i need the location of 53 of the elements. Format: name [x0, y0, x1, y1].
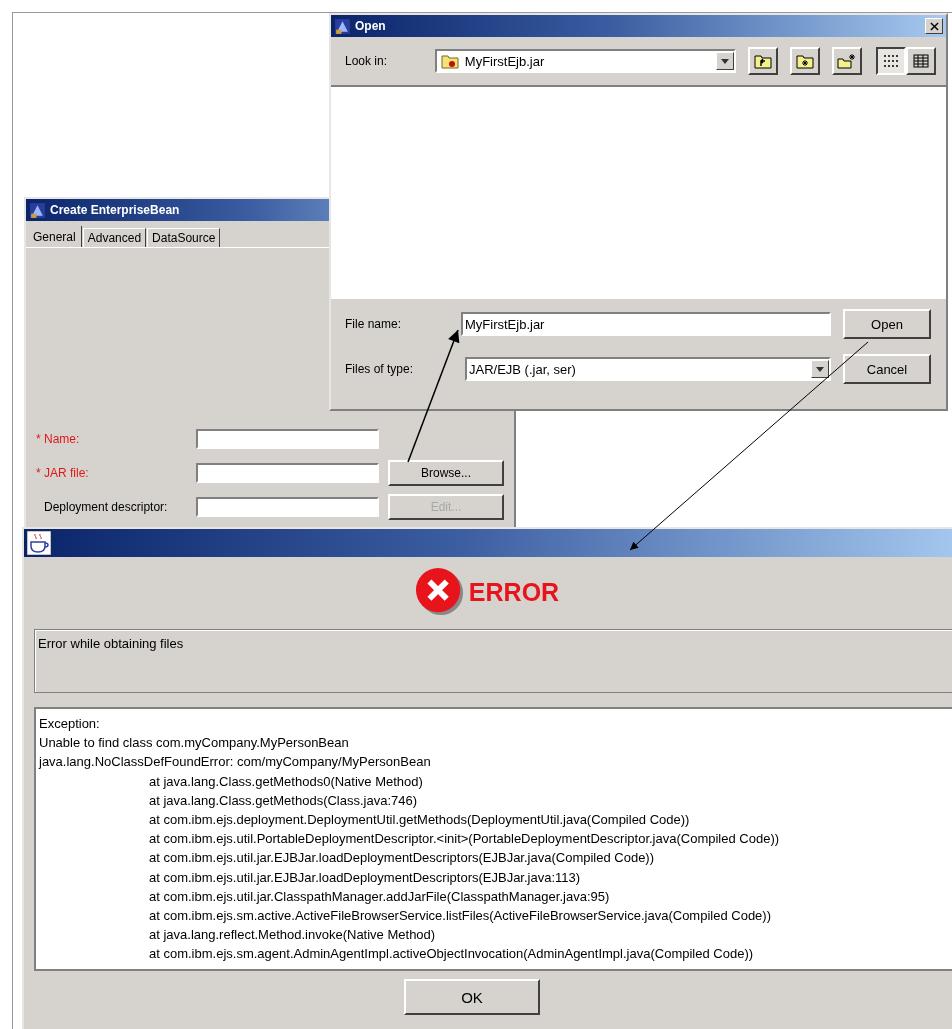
details-view-icon [913, 54, 929, 68]
field-label: * JAR file: [36, 466, 90, 480]
stack-trace-line: at com.ibm.ejs.util.jar.ClasspathManager.addJarFile(ClasspathManager.java:95) [148, 887, 611, 906]
new-folder-button[interactable] [832, 47, 862, 75]
caret-icon [721, 58, 730, 64]
input-field[interactable] [196, 429, 379, 449]
ok-button[interactable]: OK [404, 979, 540, 1015]
input-field[interactable] [196, 463, 379, 483]
look-in-dropdown[interactable]: MyFirstEjb.jar [434, 49, 737, 73]
stack-trace-line: at java.lang.reflect.Method.invoke(Native Method) [148, 926, 437, 945]
file-type-label: Files of type: [345, 362, 415, 376]
stack-trace-line: at com.ibm.ejs.deployment.DeploymentUtil.getMethods(DeploymentUtil.java(Compiled Code)) [148, 811, 691, 829]
stack-trace-line: at com.ibm.ejs.util.PortableDeploymentDescriptor.<init>(PortableDeploymentDescriptor.java(Compiled Code)) [148, 830, 781, 849]
file-name-field[interactable]: MyFirstEjb.jar [461, 312, 831, 336]
list-view-icon [883, 54, 899, 68]
close-icon [929, 21, 939, 31]
stack-trace-line: at com.ibm.ejs.sm.active.ActiveFileBrowserService.listFiles(ActiveFileBrowserService.java(Compiled Code)) [148, 907, 772, 926]
field-label: Deployment descriptor: [43, 500, 169, 514]
window-title: Create EnterpriseBean [50, 203, 180, 217]
input-field[interactable] [196, 497, 379, 517]
tab[interactable]: Advanced [82, 228, 147, 247]
error-message: Error while obtaining files [38, 636, 184, 651]
folder-star-icon [796, 53, 815, 69]
list-view-button[interactable] [876, 47, 906, 75]
error-icon [414, 567, 465, 617]
file-name-label: File name: [345, 317, 403, 331]
stack-trace-line: at java.lang.Class.getMethods0(Native Method) [148, 772, 424, 791]
stack-trace-line: at com.ibm.ejs.sm.agent.AdminAgentImpl.activeObjectInvocation(AdminAgentImpl.java(Compiled Code)) [148, 945, 755, 964]
stack-trace-line: at java.lang.Class.getMethods(Class.java:746) [148, 791, 419, 810]
error-heading: ERROR [468, 577, 560, 607]
open-button[interactable]: Open [843, 309, 931, 339]
window-title: Open [355, 19, 386, 33]
field-label: * Name: [36, 432, 81, 446]
stack-trace-line: Exception: [39, 715, 101, 733]
look-in-label: Look in: [345, 54, 389, 68]
file-type-dropdown[interactable]: JAR/EJB (.jar, ser) [465, 357, 831, 381]
stack-trace-line: at com.ibm.ejs.util.jar.EJBJar.loadDeploymentDescriptors(EJBJar.java(Compiled Code)) [148, 849, 656, 868]
new-folder-icon [837, 53, 857, 69]
details-view-button[interactable] [906, 47, 936, 75]
app-icon [29, 201, 46, 219]
cancel-button[interactable]: Cancel [843, 354, 931, 384]
browse-button[interactable]: Browse... [388, 460, 504, 486]
close-button[interactable] [925, 18, 943, 34]
coffee-cup-icon [27, 531, 51, 555]
caret-icon [816, 366, 824, 372]
folder-icon [440, 53, 459, 69]
tab[interactable]: DataSource [147, 228, 221, 247]
up-folder-button[interactable] [748, 47, 779, 75]
app-icon [334, 17, 351, 35]
stack-trace-line: java.lang.NoClassDefFoundError: com/myCompany/MyPersonBean [39, 753, 432, 772]
stack-trace-line: Unable to find class com.myCompany.MyPersonBean [39, 734, 350, 753]
stack-trace-line: at com.ibm.ejs.util.jar.EJBJar.loadDeploymentDescriptors(EJBJar.java:113) [148, 868, 582, 887]
folder-up-arrow-icon [754, 53, 773, 69]
